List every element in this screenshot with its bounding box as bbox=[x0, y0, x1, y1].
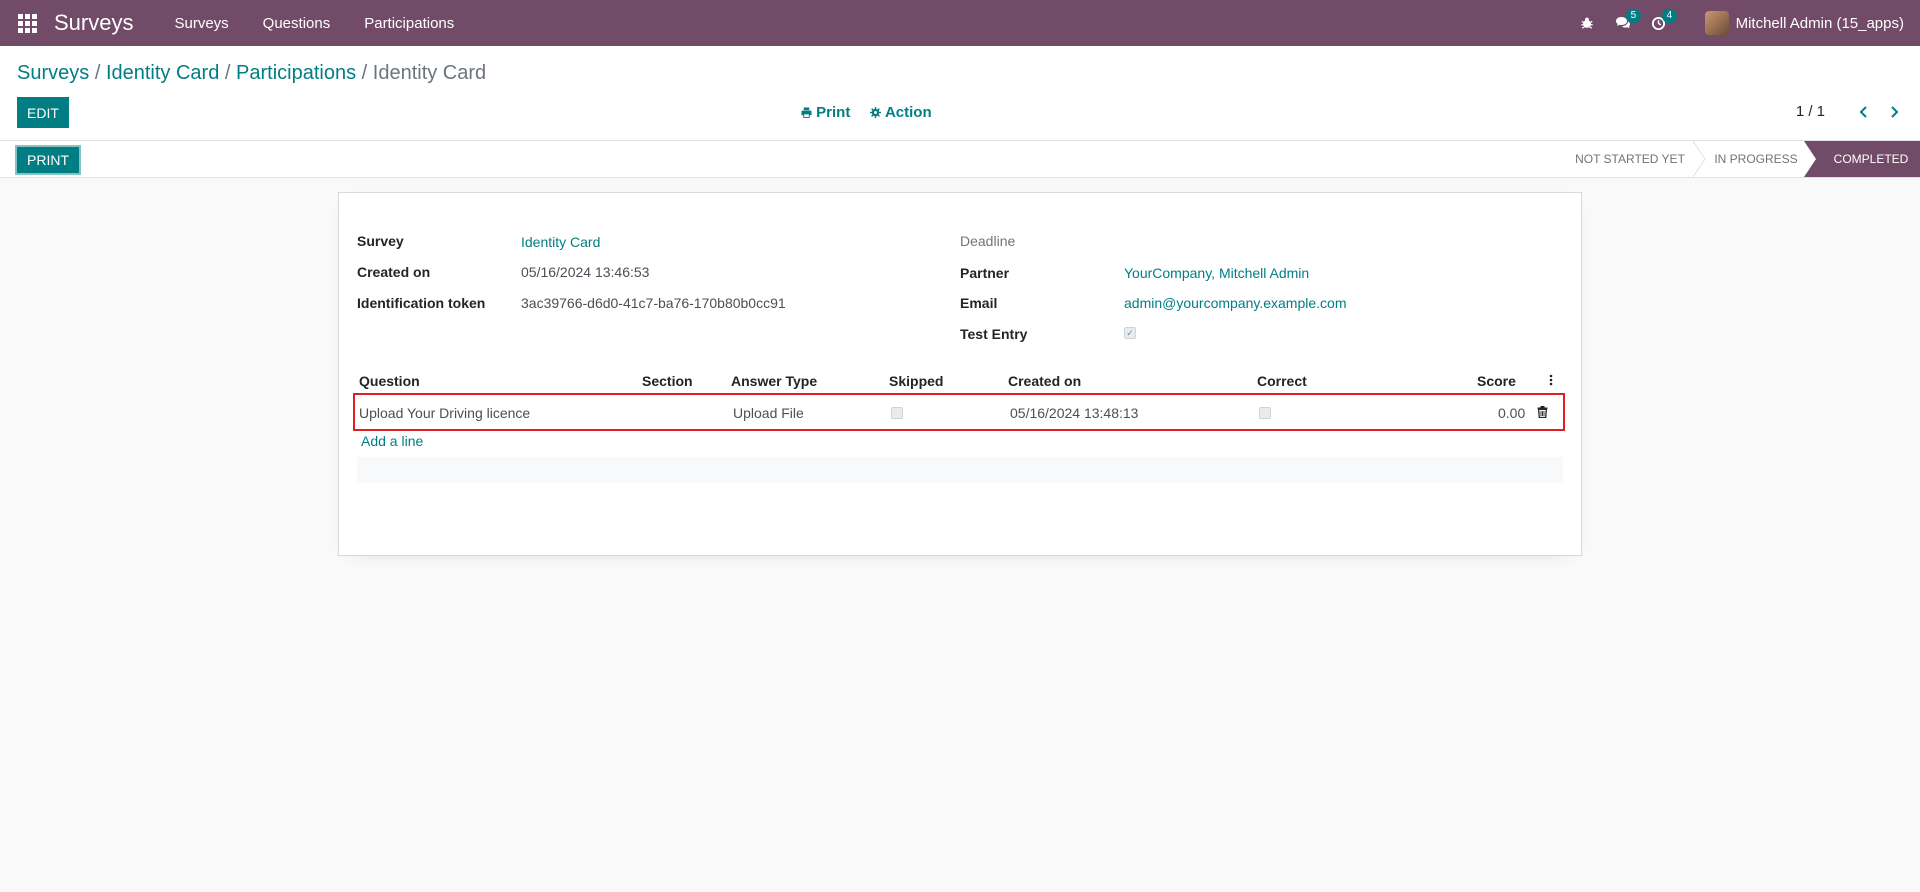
test-entry-checkbox: ✓ bbox=[1124, 327, 1136, 339]
table-row[interactable]: Upload Your Driving licence Upload File … bbox=[353, 393, 1565, 431]
print-button[interactable]: PRINT bbox=[15, 145, 81, 175]
gear-icon bbox=[870, 107, 882, 118]
action-dropdown[interactable]: Action bbox=[870, 104, 932, 121]
debug-bug-icon[interactable] bbox=[1569, 0, 1605, 46]
menu-item-participations[interactable]: Participations bbox=[364, 15, 454, 32]
token-label: Identification token bbox=[357, 295, 486, 311]
menu-item-questions[interactable]: Questions bbox=[263, 15, 331, 32]
row-skipped-checkbox bbox=[891, 407, 903, 419]
menu-item-surveys[interactable]: Surveys bbox=[174, 15, 228, 32]
action-label: Action bbox=[884, 104, 932, 121]
apps-menu-icon[interactable] bbox=[0, 0, 54, 46]
breadcrumb-identity-card[interactable]: Identity Card bbox=[106, 62, 219, 84]
column-answer-type[interactable]: Answer Type bbox=[731, 373, 817, 389]
email-label: Email bbox=[960, 295, 998, 311]
column-skipped[interactable]: Skipped bbox=[889, 373, 943, 389]
answers-list-header: Question Section Answer Type Skipped Cre… bbox=[357, 371, 1563, 393]
list-footer bbox=[357, 457, 1563, 483]
messages-badge: 5 bbox=[1625, 9, 1642, 23]
test-entry-label: Test Entry bbox=[960, 326, 1028, 342]
email-value[interactable]: admin@yourcompany.example.com bbox=[1124, 295, 1347, 311]
form-sheet: Survey Identity Card Created on 05/16/20… bbox=[338, 192, 1582, 556]
column-section[interactable]: Section bbox=[642, 373, 693, 389]
pager-value[interactable]: 1 / 1 bbox=[1796, 103, 1825, 120]
breadcrumb-separator: / bbox=[94, 62, 101, 84]
breadcrumb-participations[interactable]: Participations bbox=[236, 62, 356, 84]
user-menu[interactable]: Mitchell Admin (15_apps) bbox=[1704, 11, 1904, 35]
deadline-label: Deadline bbox=[960, 233, 1016, 249]
user-name: Mitchell Admin (15_apps) bbox=[1735, 14, 1904, 32]
created-on-value: 05/16/2024 13:46:53 bbox=[521, 264, 650, 280]
token-value: 3ac39766-d6d0-41c7-ba76-170b80b0cc91 bbox=[521, 295, 786, 311]
app-brand[interactable]: Surveys bbox=[54, 10, 133, 36]
stage-separator-arrow bbox=[1692, 141, 1706, 177]
user-avatar bbox=[1704, 11, 1729, 35]
breadcrumb-surveys[interactable]: Surveys bbox=[17, 62, 89, 84]
column-score[interactable]: Score bbox=[1477, 373, 1516, 389]
created-on-label: Created on bbox=[357, 264, 431, 280]
print-dropdown[interactable]: Print bbox=[801, 104, 850, 121]
pager-previous-icon[interactable] bbox=[1854, 100, 1874, 124]
row-correct-checkbox bbox=[1259, 407, 1271, 419]
delete-row-trash-icon[interactable] bbox=[1537, 405, 1548, 422]
column-created-on[interactable]: Created on bbox=[1008, 373, 1081, 389]
print-label: Print bbox=[816, 104, 851, 121]
stage-in-progress[interactable]: IN PROGRESS bbox=[1706, 141, 1806, 177]
stage-current-arrow bbox=[1804, 141, 1822, 177]
activities-badge: 4 bbox=[1661, 9, 1678, 23]
column-options-kebab-icon[interactable] bbox=[1549, 373, 1553, 389]
breadcrumb-separator: / bbox=[224, 62, 231, 84]
stage-not-started[interactable]: NOT STARTED YET bbox=[1566, 141, 1694, 177]
column-question[interactable]: Question bbox=[359, 373, 420, 389]
add-line-link[interactable]: Add a line bbox=[361, 433, 423, 449]
stage-completed[interactable]: COMPLETED bbox=[1822, 141, 1920, 177]
pager-next-icon[interactable] bbox=[1884, 100, 1904, 124]
column-correct[interactable]: Correct bbox=[1257, 373, 1307, 389]
row-question: Upload Your Driving licence bbox=[359, 405, 531, 421]
survey-label: Survey bbox=[357, 233, 404, 249]
survey-value[interactable]: Identity Card bbox=[521, 234, 600, 250]
messages-icon[interactable]: 5 bbox=[1605, 0, 1642, 46]
breadcrumb: Surveys / Identity Card / Participations… bbox=[17, 62, 486, 85]
activities-clock-icon[interactable]: 4 bbox=[1641, 0, 1678, 46]
row-answer-type: Upload File bbox=[733, 405, 804, 421]
row-created-on: 05/16/2024 13:48:13 bbox=[1010, 405, 1139, 421]
partner-value[interactable]: YourCompany, Mitchell Admin bbox=[1124, 265, 1309, 281]
breadcrumb-separator: / bbox=[361, 62, 368, 84]
partner-label: Partner bbox=[960, 265, 1010, 281]
edit-button[interactable]: EDIT bbox=[17, 97, 69, 128]
printer-icon bbox=[801, 107, 812, 118]
breadcrumb-current: Identity Card bbox=[372, 62, 487, 84]
row-score: 0.00 bbox=[1498, 405, 1526, 421]
statusbar: PRINT NOT STARTED YET IN PROGRESS COMPLE… bbox=[0, 140, 1920, 178]
control-panel: Surveys / Identity Card / Participations… bbox=[0, 46, 1920, 140]
action-bar: Print Action bbox=[801, 104, 932, 121]
top-navbar: Surveys Surveys Questions Participations… bbox=[0, 0, 1920, 46]
